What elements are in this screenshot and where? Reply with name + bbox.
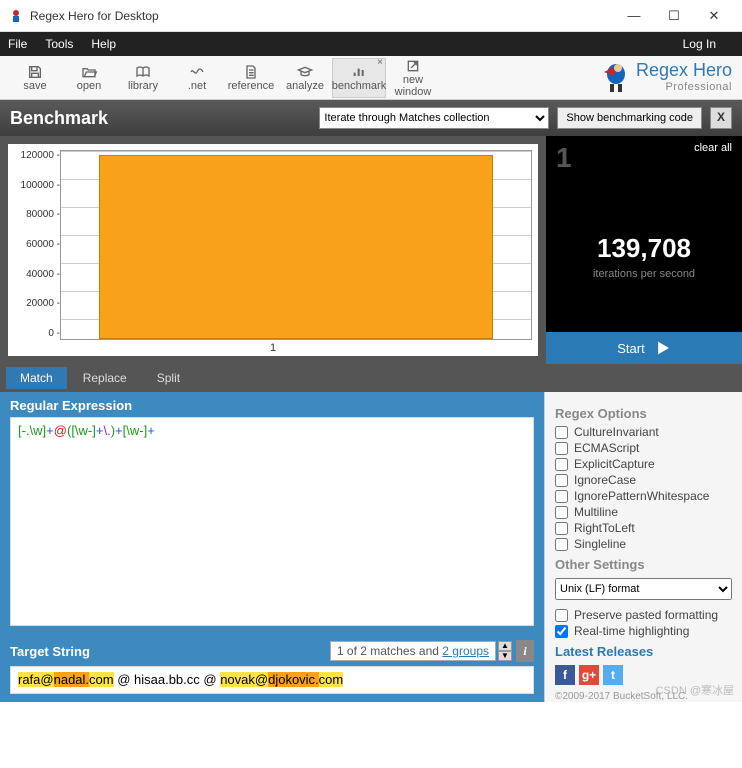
target-input[interactable]: rafa@nadal.com @ hisaa.bb.cc @ novak@djo… [10,666,534,694]
twitter-icon[interactable]: t [603,665,623,685]
tool-analyze[interactable]: analyze [278,58,332,98]
benchmark-chart: 120000 -100000 -80000 -60000 -40000 -200… [8,144,538,356]
tool-dotnet[interactable]: .net [170,58,224,98]
chart-plot [60,150,532,340]
wave-icon [188,64,206,80]
regex-label: Regular Expression [0,392,544,417]
menu-login[interactable]: Log In [683,37,716,51]
menu-tools[interactable]: Tools [45,37,73,51]
benchmark-panel: Benchmark Iterate through Matches collec… [0,100,742,364]
tool-save[interactable]: save [8,58,62,98]
option-explicitcapture[interactable]: ExplicitCapture [555,457,732,471]
benchmark-mode-select[interactable]: Iterate through Matches collection [319,107,549,129]
hero-icon [596,58,636,94]
menubar: File Tools Help Log In [0,32,742,56]
tab-split[interactable]: Split [143,367,194,389]
option-singleline[interactable]: Singleline [555,537,732,551]
menu-help[interactable]: Help [91,37,116,51]
app-icon [8,8,24,24]
save-icon [26,64,44,80]
match-stepper[interactable]: ▲▼ [498,641,512,661]
target-label: Target String [10,644,330,659]
window-title: Regex Hero for Desktop [30,9,614,23]
other-settings-header: Other Settings [555,557,732,572]
mode-tabs: Match Replace Split [0,364,742,392]
realtime-highlight-checkbox[interactable]: Real-time highlighting [555,624,732,638]
clear-all-button[interactable]: clear all [694,142,732,174]
document-icon [242,64,260,80]
result-index: 1 [556,142,572,174]
facebook-icon[interactable]: f [555,665,575,685]
start-button[interactable]: Start [546,332,742,364]
chart-xtick: 1 [14,342,532,354]
watermark: CSDN @寒冰屋 [656,682,734,698]
window-titlebar: Regex Hero for Desktop — ☐ ✕ [0,0,742,32]
option-ecmascript[interactable]: ECMAScript [555,441,732,455]
brand-edition: Professional [636,81,732,93]
toolbar: save open library .net reference analyze… [0,56,742,100]
tool-reference[interactable]: reference [224,58,278,98]
tool-open[interactable]: open [62,58,116,98]
menu-file[interactable]: File [8,37,27,51]
work-area: Regular Expression [-.\w]+@([\w-]+\.)+[\… [0,392,742,702]
match-info: 1 of 2 matches and 2 groups [330,641,496,661]
show-code-button[interactable]: Show benchmarking code [557,107,702,129]
chart-yticks: 120000 -100000 -80000 -60000 -40000 -200… [14,150,60,340]
chart-icon [350,64,368,80]
line-format-select[interactable]: Unix (LF) format [555,578,732,600]
option-ignorepatternwhitespace[interactable]: IgnorePatternWhitespace [555,489,732,503]
tab-replace[interactable]: Replace [69,367,141,389]
tool-benchmark[interactable]: benchmark [332,58,386,98]
window-maximize-button[interactable]: ☐ [654,8,694,24]
window-close-button[interactable]: ✕ [694,8,734,24]
open-icon [80,64,98,80]
regex-input[interactable]: [-.\w]+@([\w-]+\.)+[\w-]+ [10,417,534,626]
options-panel: Regex Options CultureInvariant ECMAScript… [544,392,742,702]
benchmark-result: 1 clear all 139,708 iterations per secon… [546,136,742,364]
latest-releases-header: Latest Releases [555,644,732,659]
googleplus-icon[interactable]: g+ [579,665,599,685]
brand: Regex Hero Professional [596,58,732,94]
benchmark-close-button[interactable]: X [710,107,732,129]
library-icon [134,64,152,80]
option-righttoleft[interactable]: RightToLeft [555,521,732,535]
tab-match[interactable]: Match [6,367,67,389]
tool-library[interactable]: library [116,58,170,98]
groups-link[interactable]: 2 groups [442,644,489,658]
option-cultureinvariant[interactable]: CultureInvariant [555,425,732,439]
result-label: iterations per second [593,268,695,280]
result-value: 139,708 [597,233,691,264]
benchmark-title: Benchmark [10,108,311,129]
info-button[interactable]: i [516,640,534,662]
window-minimize-button[interactable]: — [614,8,654,23]
graduation-icon [296,64,314,80]
regex-options-header: Regex Options [555,406,732,421]
brand-name: Regex Hero [636,60,732,80]
new-window-icon [404,58,422,74]
tool-new-window[interactable]: new window [386,58,440,98]
option-multiline[interactable]: Multiline [555,505,732,519]
play-icon [653,340,671,356]
option-ignorecase[interactable]: IgnoreCase [555,473,732,487]
preserve-formatting-checkbox[interactable]: Preserve pasted formatting [555,608,732,622]
chart-bar-1 [99,155,494,339]
